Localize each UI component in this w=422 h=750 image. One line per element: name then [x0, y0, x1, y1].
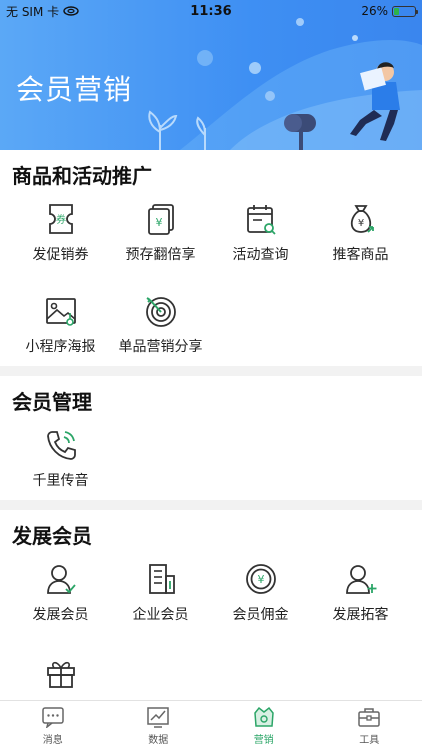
grid-item-gift[interactable] — [8, 656, 113, 698]
coin-icon-text: ¥ — [257, 573, 264, 586]
grid-item-label: 活动查询 — [232, 247, 289, 263]
grid-item-label: 推客商品 — [332, 247, 389, 263]
grid-item-mini-poster[interactable]: 小程序海报 — [8, 294, 113, 356]
shop-icon — [253, 706, 274, 727]
gift-icon — [46, 661, 75, 688]
grid-item-activity-query[interactable]: 活动查询 — [208, 202, 313, 264]
grid-item-label: 发展会员 — [32, 607, 89, 623]
section-title-promotion: 商品和活动推广 — [12, 164, 152, 188]
message-icon — [42, 706, 64, 728]
grid-item-coupon[interactable]: 券 发促销券 — [8, 202, 113, 264]
tab-data[interactable]: 数据 — [106, 701, 212, 750]
money-bag-icon: ¥ — [350, 205, 374, 233]
grid-item-label: 企业会员 — [132, 607, 189, 623]
coupon-icon-text: 券 — [56, 213, 66, 226]
grid-item-label: 预存翻倍享 — [125, 247, 196, 263]
status-bar: 无 SIM 卡 11:36 26% — [0, 0, 422, 22]
user-check-icon — [46, 565, 76, 594]
deposit-icon-text: ¥ — [155, 216, 162, 229]
coin-icon: ¥ — [245, 564, 276, 594]
grid-item-develop-member[interactable]: 发展会员 — [8, 562, 113, 624]
tab-tools[interactable]: 工具 — [317, 701, 422, 750]
grid-item-voice-call[interactable]: 千里传音 — [8, 428, 113, 490]
section-develop-members: 发展会员 发展会员 企业会员 ¥ 会员佣金 发展拓客 — [0, 510, 422, 700]
section-title-develop-members: 发展会员 — [12, 524, 92, 548]
grid-item-label: 发展拓客 — [332, 607, 389, 623]
tab-marketing[interactable]: 营销 — [211, 701, 317, 750]
status-right: 26% — [361, 4, 418, 18]
coupon-icon: 券 — [48, 204, 73, 234]
target-icon — [145, 297, 176, 327]
bottom-tab-bar: 消息 数据 营销 工具 — [0, 700, 422, 750]
toolbox-icon — [358, 707, 380, 727]
building-icon — [148, 564, 175, 594]
grid-item-member-commission[interactable]: ¥ 会员佣金 — [208, 562, 313, 624]
phone-call-icon — [46, 431, 76, 460]
grid-item-label: 千里传音 — [32, 473, 89, 489]
app: 会员营销 无 SIM 卡 11:36 26% 商品和活动推广 券 发促销券 ¥ … — [0, 0, 422, 750]
grid-item-single-share[interactable]: 单品营销分享 — [108, 294, 213, 356]
carrier-text: 无 SIM 卡 — [6, 4, 60, 19]
grid-item-enterprise-member[interactable]: 企业会员 — [108, 562, 213, 624]
tab-label: 工具 — [359, 734, 380, 746]
battery-percent: 26% — [361, 4, 388, 18]
battery-icon — [392, 5, 418, 17]
grid-item-label: 单品营销分享 — [118, 339, 203, 355]
tab-label: 营销 — [253, 734, 274, 746]
tab-label: 数据 — [148, 734, 169, 746]
money-bag-icon-text: ¥ — [357, 218, 363, 229]
chart-icon — [147, 706, 169, 728]
section-title-member-management: 会员管理 — [12, 390, 92, 414]
wifi-icon — [63, 6, 79, 16]
calendar-search-icon — [246, 205, 276, 235]
tab-label: 消息 — [42, 734, 63, 746]
deposit-icon: ¥ — [147, 204, 174, 235]
grid-item-deposit[interactable]: ¥ 预存翻倍享 — [108, 202, 213, 264]
poster-icon — [45, 298, 76, 326]
grid-item-label: 小程序海报 — [25, 339, 96, 355]
section-promotion: 商品和活动推广 券 发促销券 ¥ 预存翻倍享 活动查询 ¥ 推客商品 小程序海报… — [0, 150, 422, 366]
status-left: 无 SIM 卡 — [6, 3, 79, 20]
grid-item-promoted-goods[interactable]: ¥ 推客商品 — [308, 202, 413, 264]
banner-title: 会员营销 — [16, 73, 133, 106]
section-member-management: 会员管理 千里传音 — [0, 376, 422, 500]
grid-item-label: 会员佣金 — [232, 607, 289, 623]
tab-messages[interactable]: 消息 — [0, 701, 106, 750]
marketing-banner: 会员营销 — [0, 0, 422, 150]
battery-level — [394, 7, 400, 15]
user-add-icon — [345, 565, 376, 594]
grid-item-label: 发促销券 — [32, 247, 89, 263]
grid-item-develop-customers[interactable]: 发展拓客 — [308, 562, 413, 624]
